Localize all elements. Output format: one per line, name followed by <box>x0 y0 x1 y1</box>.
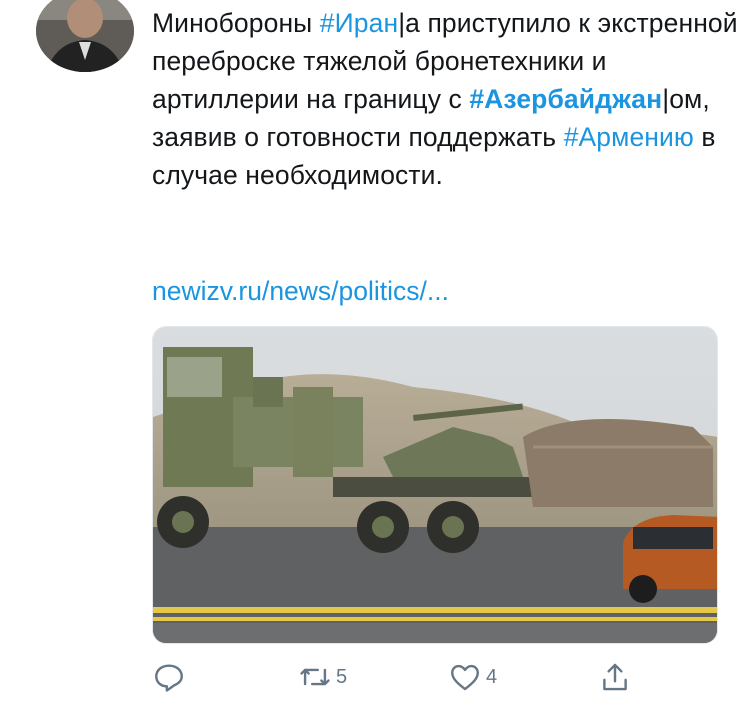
avatar[interactable] <box>36 0 134 72</box>
retweet-icon <box>300 668 330 686</box>
hashtag-link[interactable]: #Армению <box>564 122 694 152</box>
tweet-link[interactable]: newizv.ru/news/politics/... <box>152 272 449 310</box>
retweet-count: 5 <box>336 665 348 688</box>
reply-button[interactable] <box>152 660 190 694</box>
hashtag-link[interactable]: #Азербайджан <box>469 84 662 114</box>
tweet-text-segment: Минобороны <box>152 8 320 38</box>
reply-icon <box>155 664 183 692</box>
tweet-actions: 5 4 <box>152 660 718 696</box>
like-button[interactable]: 4 <box>448 660 497 694</box>
tweet-text: Минобороны #Иран|а приступило к экстренн… <box>152 4 742 194</box>
like-count: 4 <box>486 665 498 688</box>
heart-icon <box>451 664 479 691</box>
share-button[interactable] <box>598 660 636 694</box>
retweet-button[interactable]: 5 <box>298 660 347 694</box>
hashtag-link[interactable]: #Иран <box>320 8 398 38</box>
share-icon <box>603 663 627 691</box>
tweet-media-image[interactable] <box>152 326 718 644</box>
